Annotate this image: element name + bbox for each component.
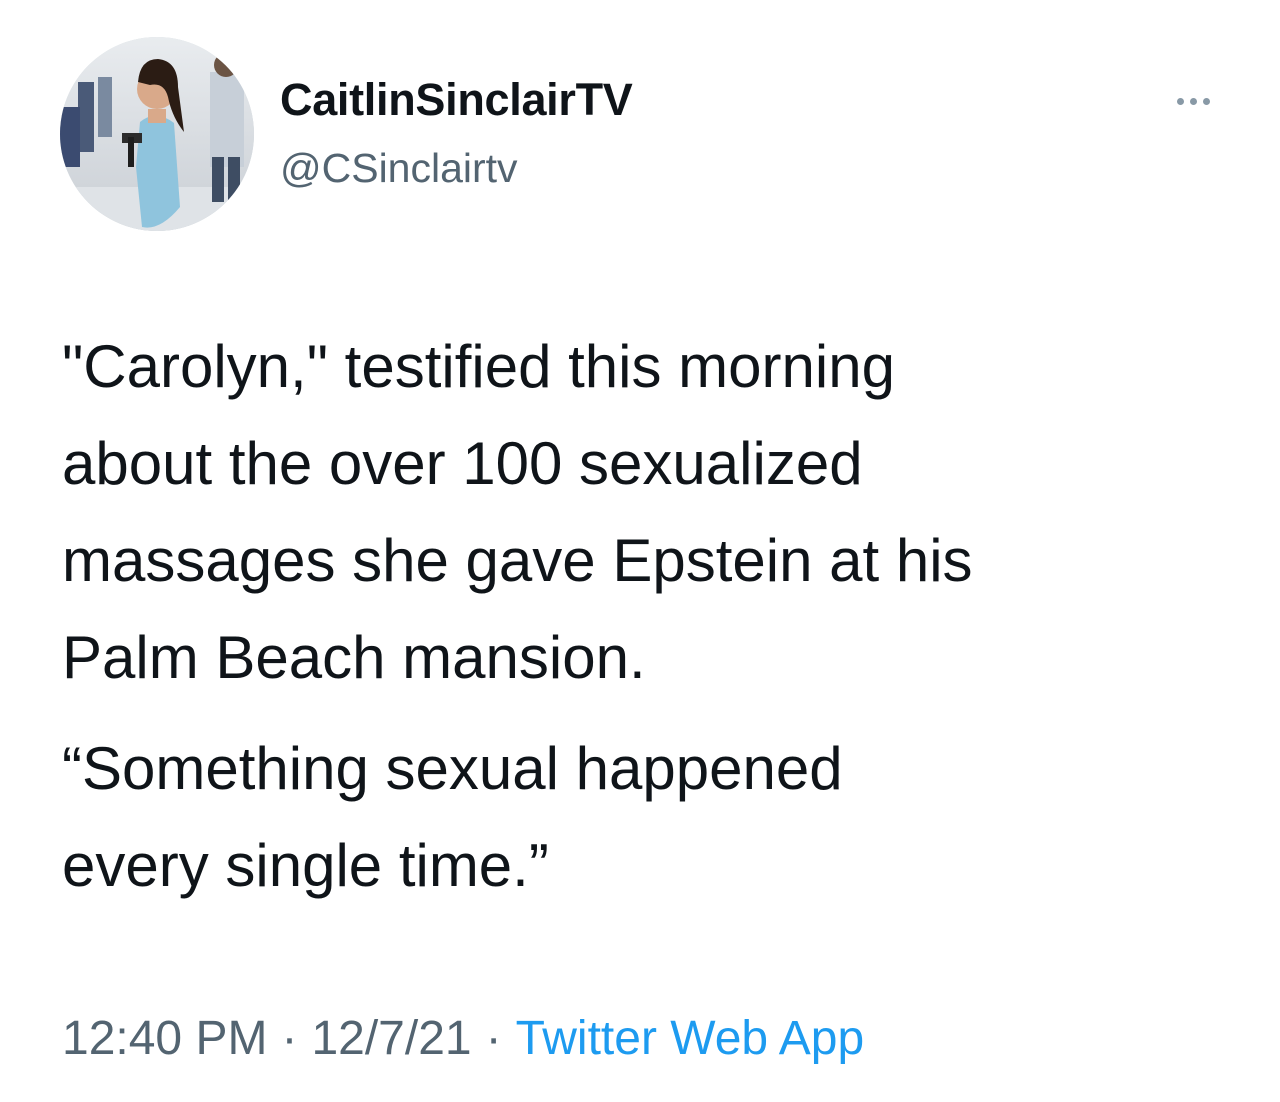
avatar[interactable]	[60, 37, 254, 231]
meta-separator: ·	[485, 1012, 502, 1065]
author-display-name[interactable]: CaitlinSinclairTV	[280, 72, 633, 128]
tweet-meta: 12:40 PM · 12/7/21 · Twitter Web App	[62, 1008, 864, 1070]
more-horizontal-icon-dot	[1202, 97, 1210, 105]
more-options-button[interactable]	[1168, 86, 1218, 116]
tweet-date[interactable]: 12/7/21	[311, 1012, 471, 1065]
tweet-paragraph: "Carolyn," testified this morning about …	[62, 333, 973, 691]
more-horizontal-icon-dot	[1189, 97, 1197, 105]
avatar-photo	[60, 37, 254, 231]
tweet-source-link[interactable]: Twitter Web App	[516, 1012, 865, 1065]
meta-separator: ·	[281, 1012, 298, 1065]
tweet-text: "Carolyn," testified this morning about …	[62, 318, 1252, 914]
author-handle[interactable]: @CSinclairtv	[280, 143, 518, 193]
more-horizontal-icon	[1176, 97, 1184, 105]
tweet-time[interactable]: 12:40 PM	[62, 1012, 267, 1065]
tweet-paragraph: “Something sexual happened every single …	[62, 735, 843, 899]
